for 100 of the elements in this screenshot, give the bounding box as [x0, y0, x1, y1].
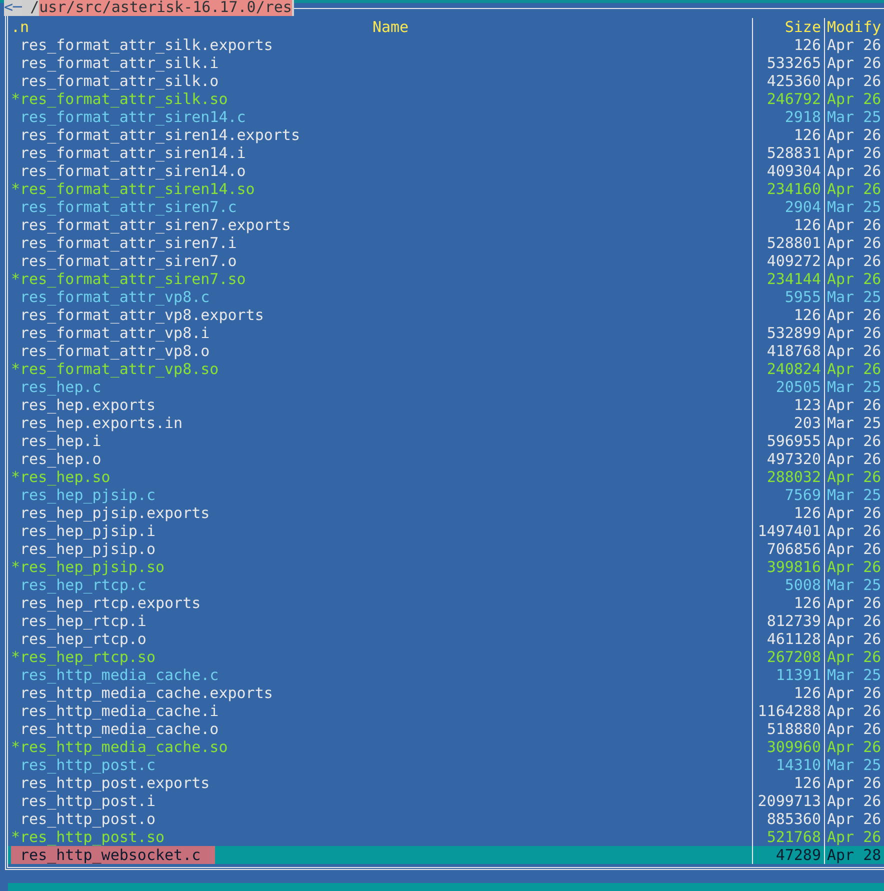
file-size: 20505 — [752, 378, 824, 396]
file-name: res_format_attr_siren14.i — [19, 144, 246, 162]
file-size: 11391 — [752, 666, 824, 684]
file-row[interactable]: res_format_attr_silk.i 533265 Apr 26 — [8, 54, 884, 72]
file-name: res_hep.o — [19, 450, 102, 468]
file-row[interactable]: res_format_attr_siren7.exports 126 Apr 26 — [8, 216, 884, 234]
file-name: res_format_attr_vp8.exports — [19, 306, 264, 324]
file-size: 2904 — [752, 198, 824, 216]
file-row[interactable]: res_hep_pjsip.c 7569 Mar 25 — [8, 486, 884, 504]
file-name: *res_format_attr_siren7.so — [11, 270, 246, 288]
modified-date: Apr 26 — [824, 216, 884, 234]
file-row[interactable]: *res_hep.so 288032 Apr 26 — [8, 468, 884, 486]
file-row[interactable]: *res_hep_rtcp.so 267208 Apr 26 — [8, 648, 884, 666]
file-size: 14310 — [752, 756, 824, 774]
file-row[interactable]: res_http_post.c 14310 Mar 25 — [8, 756, 884, 774]
file-row[interactable]: res_format_attr_silk.exports 126 Apr 26 — [8, 36, 884, 54]
modified-date: Apr 26 — [824, 324, 884, 342]
file-name: *res_hep.so — [11, 468, 110, 486]
file-row[interactable]: *res_format_attr_siren7.so 234144 Apr 26 — [8, 270, 884, 288]
file-row[interactable]: res_hep_rtcp.exports 126 Apr 26 — [8, 594, 884, 612]
file-row[interactable]: res_hep.exports 123 Apr 26 — [8, 396, 884, 414]
file-name: res_format_attr_vp8.o — [19, 342, 210, 360]
file-row[interactable]: res_hep_rtcp.o 461128 Apr 26 — [8, 630, 884, 648]
file-name: *res_http_post.so — [11, 828, 165, 846]
file-row[interactable]: res_format_attr_siren14.exports 126 Apr 26 — [8, 126, 884, 144]
file-row[interactable]: res_hep_pjsip.exports 126 Apr 26 — [8, 504, 884, 522]
file-size: 126 — [752, 684, 824, 702]
file-name: res_format_attr_siren7.o — [19, 252, 237, 270]
file-row[interactable]: *res_format_attr_silk.so 246792 Apr 26 — [8, 90, 884, 108]
modified-date: Apr 26 — [824, 252, 884, 270]
file-row[interactable]: res_format_attr_siren14.c 2918 Mar 25 — [8, 108, 884, 126]
file-row[interactable]: res_format_attr_silk.o 425360 Apr 26 — [8, 72, 884, 90]
file-size: 532899 — [752, 324, 824, 342]
file-name: res_format_attr_siren7.c — [19, 198, 237, 216]
modified-date: Apr 26 — [824, 270, 884, 288]
file-name: res_hep_pjsip.c — [19, 486, 156, 504]
sort-indicator[interactable]: .n — [11, 18, 30, 36]
file-row[interactable]: res_hep_pjsip.i 1497401 Apr 26 — [8, 522, 884, 540]
file-row[interactable]: res_format_attr_vp8.c 5955 Mar 25 — [8, 288, 884, 306]
file-row[interactable]: res_format_attr_vp8.i 532899 Apr 26 — [8, 324, 884, 342]
file-row[interactable]: res_http_media_cache.c 11391 Mar 25 — [8, 666, 884, 684]
file-name: res_format_attr_vp8.c — [19, 288, 210, 306]
modified-date: Apr 26 — [824, 306, 884, 324]
file-size: 126 — [752, 126, 824, 144]
selected-file-row[interactable]: res_http_websocket.c 47289 Apr 28 — [8, 846, 884, 864]
file-row[interactable]: res_hep.i 596955 Apr 26 — [8, 432, 884, 450]
modified-date: Apr 26 — [824, 90, 884, 108]
file-size: 126 — [752, 774, 824, 792]
file-row[interactable]: res_http_post.exports 126 Apr 26 — [8, 774, 884, 792]
modified-date: Apr 26 — [824, 72, 884, 90]
file-row[interactable]: res_hep.c 20505 Mar 25 — [8, 378, 884, 396]
file-row[interactable]: res_http_media_cache.exports 126 Apr 26 — [8, 684, 884, 702]
column-header[interactable]: Size — [752, 18, 824, 36]
file-row[interactable]: res_format_attr_vp8.o 418768 Apr 26 — [8, 342, 884, 360]
file-row[interactable]: *res_hep_pjsip.so 399816 Apr 26 — [8, 558, 884, 576]
file-row[interactable]: res_format_attr_siren7.i 528801 Apr 26 — [8, 234, 884, 252]
file-row[interactable]: res_http_media_cache.o 518880 Apr 26 — [8, 720, 884, 738]
file-row[interactable]: res_hep.exports.in 203 Mar 25 — [8, 414, 884, 432]
file-row[interactable]: res_hep_rtcp.c 5008 Mar 25 — [8, 576, 884, 594]
modified-date: Apr 26 — [824, 774, 884, 792]
file-row[interactable]: *res_format_attr_vp8.so 240824 Apr 26 — [8, 360, 884, 378]
column-header[interactable]: Modify — [824, 18, 884, 36]
modified-date: Mar 25 — [824, 198, 884, 216]
file-row[interactable]: res_format_attr_siren14.i 528831 Apr 26 — [8, 144, 884, 162]
file-size: 234160 — [752, 180, 824, 198]
file-size: 409304 — [752, 162, 824, 180]
modified-date: Apr 26 — [824, 702, 884, 720]
file-name: res_hep_pjsip.o — [19, 540, 156, 558]
modified-date: Mar 25 — [824, 288, 884, 306]
file-row[interactable]: res_hep_pjsip.o 706856 Apr 26 — [8, 540, 884, 558]
file-size: 425360 — [752, 72, 824, 90]
file-row[interactable]: *res_format_attr_siren14.so 234160 Apr 26 — [8, 180, 884, 198]
file-size: 461128 — [752, 630, 824, 648]
file-size: 885360 — [752, 810, 824, 828]
file-size: 203 — [752, 414, 824, 432]
modified-date: Apr 26 — [824, 810, 884, 828]
modified-date: Mar 25 — [824, 378, 884, 396]
file-name: res_hep_rtcp.i — [19, 612, 146, 630]
file-row[interactable]: res_http_post.i 2099713 Apr 26 — [8, 792, 884, 810]
file-row[interactable]: res_format_attr_siren7.o 409272 Apr 26 — [8, 252, 884, 270]
column-header[interactable]: Name — [29, 18, 752, 36]
file-row[interactable]: res_format_attr_vp8.exports 126 Apr 26 — [8, 306, 884, 324]
file-name: res_http_websocket.c — [11, 846, 215, 864]
file-size: 518880 — [752, 720, 824, 738]
file-size: 126 — [752, 216, 824, 234]
file-row[interactable]: res_http_media_cache.i 1164288 Apr 26 — [8, 702, 884, 720]
file-row[interactable]: res_http_post.o 885360 Apr 26 — [8, 810, 884, 828]
file-name: res_format_attr_siren7.exports — [19, 216, 291, 234]
file-size: 2918 — [752, 108, 824, 126]
file-row[interactable]: res_hep_rtcp.i 812739 Apr 26 — [8, 612, 884, 630]
file-size: 126 — [752, 306, 824, 324]
file-row[interactable]: res_format_attr_siren7.c 2904 Mar 25 — [8, 198, 884, 216]
file-size: 399816 — [752, 558, 824, 576]
modified-date: Mar 25 — [824, 108, 884, 126]
modified-date: Mar 25 — [824, 576, 884, 594]
file-row[interactable]: res_format_attr_siren14.o 409304 Apr 26 — [8, 162, 884, 180]
file-row[interactable]: *res_http_media_cache.so 309960 Apr 26 — [8, 738, 884, 756]
file-size: 812739 — [752, 612, 824, 630]
file-row[interactable]: res_hep.o 497320 Apr 26 — [8, 450, 884, 468]
file-size: 1164288 — [752, 702, 824, 720]
